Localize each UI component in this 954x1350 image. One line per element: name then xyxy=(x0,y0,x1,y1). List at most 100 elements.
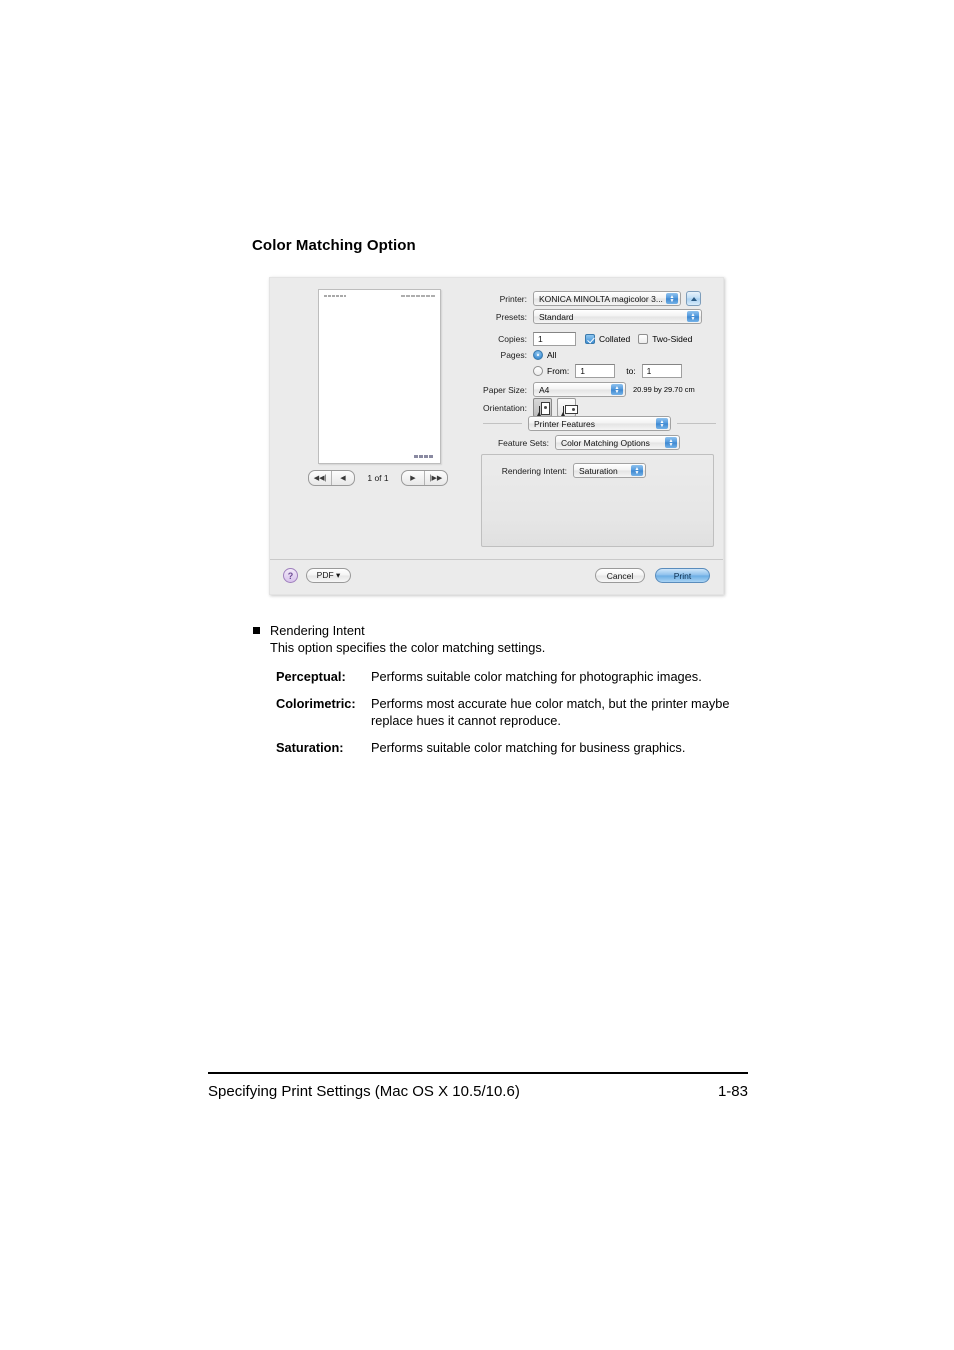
rendering-intent-bullet: Rendering Intent This option specifies t… xyxy=(253,622,773,656)
pane-value: Printer Features xyxy=(534,418,595,429)
presets-value: Standard xyxy=(539,311,574,322)
chevron-updown-icon: ▲ ▼ xyxy=(656,418,668,429)
bullet-title: Rendering Intent xyxy=(270,623,365,638)
chevron-updown-icon: ▲ ▼ xyxy=(666,293,678,304)
bullet-text-wrap: Rendering Intent This option specifies t… xyxy=(270,622,773,656)
paper-size-value: A4 xyxy=(539,384,550,395)
definition-colorimetric: Colorimetric: Performs most accurate hue… xyxy=(276,695,773,729)
feature-sets-label: Feature Sets: xyxy=(497,437,549,448)
feature-options-panel: Rendering Intent: Saturation ▲ ▼ xyxy=(481,454,714,547)
print-button[interactable]: Print xyxy=(655,568,710,583)
definition-description: Performs suitable color matching for bus… xyxy=(371,740,686,755)
orientation-portrait-button[interactable] xyxy=(533,398,552,417)
pages-row-all: Pages: All xyxy=(475,350,716,360)
pages-row-range: From: 1 to: 1 xyxy=(475,364,716,378)
print-preview-pane: ◀◀| ◀ 1 of 1 ▶ |▶▶ xyxy=(270,278,475,562)
orientation-landscape-button[interactable] xyxy=(557,398,578,417)
preview-footer-text xyxy=(414,455,434,458)
next-page-icon[interactable]: ▶ xyxy=(402,471,424,485)
definition-description: Performs suitable color matching for pho… xyxy=(371,669,702,684)
rendering-intent-row: Rendering Intent: Saturation ▲ ▼ xyxy=(492,463,707,478)
divider-left xyxy=(483,423,522,424)
pages-to-input[interactable]: 1 xyxy=(641,364,682,378)
feature-sets-select[interactable]: Color Matching Options ▲ ▼ xyxy=(555,435,680,450)
paper-size-row: Paper Size: A4 ▲ ▼ 20.99 by 29.70 cm xyxy=(475,382,716,397)
printer-label: Printer: xyxy=(499,293,527,304)
footer-chapter-title: Specifying Print Settings (Mac OS X 10.5… xyxy=(208,1083,520,1100)
pdf-button[interactable]: PDF ▾ xyxy=(306,568,351,583)
definition-saturation: Saturation: Performs suitable color matc… xyxy=(276,739,773,756)
feature-sets-row: Feature Sets: Color Matching Options ▲ ▼ xyxy=(475,435,716,450)
page-nav-forward-group: ▶ |▶▶ xyxy=(401,470,448,486)
chevron-updown-icon: ▲ ▼ xyxy=(665,437,677,448)
chevron-updown-icon: ▲ ▼ xyxy=(611,384,623,395)
printer-value: KONICA MINOLTA magicolor 3... xyxy=(539,293,663,304)
first-page-icon[interactable]: ◀◀| xyxy=(309,471,331,485)
paper-size-label: Paper Size: xyxy=(483,384,527,395)
body-copy: Rendering Intent This option specifies t… xyxy=(253,622,773,766)
preview-header-right-text xyxy=(401,295,435,297)
chevron-updown-icon: ▲ ▼ xyxy=(687,311,699,322)
rendering-intent-value: Saturation xyxy=(579,465,618,476)
cancel-button[interactable]: Cancel xyxy=(595,568,645,583)
pane-popup-row: Printer Features ▲ ▼ xyxy=(483,416,716,431)
copies-label: Copies: xyxy=(498,334,527,344)
paper-size-select[interactable]: A4 ▲ ▼ xyxy=(533,382,626,397)
rendering-intent-label: Rendering Intent: xyxy=(501,465,567,476)
definition-perceptual: Perceptual: Performs suitable color matc… xyxy=(276,668,773,685)
print-dialog: ◀◀| ◀ 1 of 1 ▶ |▶▶ Printer: KONICA MINOL… xyxy=(269,277,724,595)
paper-size-dimensions: 20.99 by 29.70 cm xyxy=(633,385,695,394)
definition-description: Performs most accurate hue color match, … xyxy=(371,696,730,728)
portrait-icon xyxy=(537,402,550,416)
copies-row: Copies: 1 Collated Two-Sided xyxy=(475,332,716,346)
feature-sets-value: Color Matching Options xyxy=(561,437,650,448)
page-count-label: 1 of 1 xyxy=(367,473,389,483)
footer-text: Specifying Print Settings (Mac OS X 10.5… xyxy=(208,1083,748,1100)
printer-row: Printer: KONICA MINOLTA magicolor 3... ▲… xyxy=(475,291,716,306)
pages-from-radio[interactable] xyxy=(533,366,543,376)
page-navigation: ◀◀| ◀ 1 of 1 ▶ |▶▶ xyxy=(308,470,448,486)
print-settings-pane: Printer: KONICA MINOLTA magicolor 3... ▲… xyxy=(475,278,723,562)
page-footer: Specifying Print Settings (Mac OS X 10.5… xyxy=(208,1072,748,1100)
printer-disclosure-button[interactable] xyxy=(686,291,701,306)
rendering-intent-select[interactable]: Saturation ▲ ▼ xyxy=(573,463,646,478)
pages-from-input[interactable]: 1 xyxy=(575,364,616,378)
bullet-description: This option specifies the color matching… xyxy=(270,640,546,655)
pages-all-radio[interactable] xyxy=(533,350,543,360)
pages-to-label: to: xyxy=(626,366,636,376)
help-button[interactable]: ? xyxy=(283,568,298,583)
preview-page-thumbnail xyxy=(318,289,441,464)
definition-term: Perceptual: xyxy=(276,669,346,684)
page-nav-back-group: ◀◀| ◀ xyxy=(308,470,355,486)
definition-term: Colorimetric: xyxy=(276,696,356,711)
pages-from-label: From: xyxy=(547,366,570,376)
two-sided-label: Two-Sided xyxy=(652,334,693,344)
pages-all-label: All xyxy=(547,350,557,360)
presets-select[interactable]: Standard ▲ ▼ xyxy=(533,309,702,324)
previous-page-icon[interactable]: ◀ xyxy=(331,471,354,485)
copies-input[interactable]: 1 xyxy=(533,332,576,346)
printer-select[interactable]: KONICA MINOLTA magicolor 3... ▲ ▼ xyxy=(533,291,681,306)
bullet-square-icon xyxy=(253,627,260,634)
definition-term: Saturation: xyxy=(276,740,344,755)
orientation-label: Orientation: xyxy=(483,402,527,413)
definition-list: Perceptual: Performs suitable color matc… xyxy=(276,668,773,756)
footer-page-number: 1-83 xyxy=(717,1083,748,1100)
two-sided-checkbox[interactable] xyxy=(638,334,649,344)
dialog-footer: ? PDF ▾ Cancel Print xyxy=(270,559,723,594)
landscape-icon xyxy=(561,402,578,416)
pages-label: Pages: xyxy=(500,350,527,360)
last-page-icon[interactable]: |▶▶ xyxy=(424,471,447,485)
orientation-row: Orientation: xyxy=(475,398,716,417)
pane-select[interactable]: Printer Features ▲ ▼ xyxy=(528,416,671,431)
triangle-up-icon xyxy=(690,296,697,301)
chevron-updown-icon: ▲ ▼ xyxy=(631,465,643,476)
collated-label: Collated xyxy=(599,334,631,344)
footer-divider xyxy=(208,1072,748,1074)
preview-header-left-text xyxy=(324,295,346,297)
collated-checkbox[interactable] xyxy=(585,334,595,344)
dialog-body: ◀◀| ◀ 1 of 1 ▶ |▶▶ Printer: KONICA MINOL… xyxy=(270,278,723,562)
page-title: Color Matching Option xyxy=(252,237,416,254)
divider-right xyxy=(677,423,716,424)
presets-label: Presets: xyxy=(495,311,527,322)
